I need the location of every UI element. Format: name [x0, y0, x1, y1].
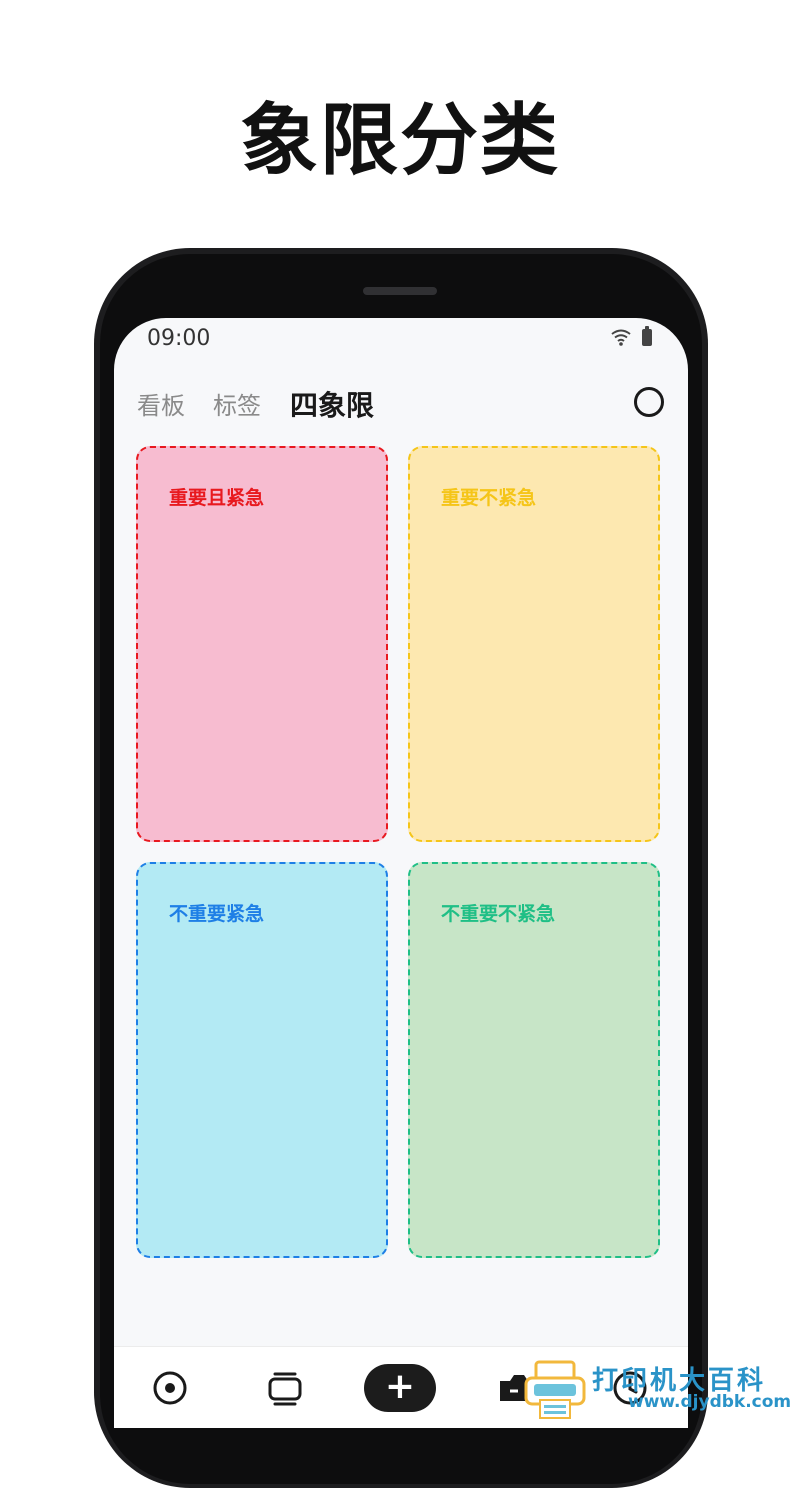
- tab-quadrants[interactable]: 四象限: [290, 384, 374, 424]
- quadrant-not-important-urgent[interactable]: 不重要紧急: [136, 862, 388, 1258]
- battery-icon: [642, 326, 652, 346]
- tab-tags[interactable]: 标签: [213, 386, 261, 421]
- target-icon[interactable]: [152, 1370, 188, 1406]
- quadrant-important-not-urgent[interactable]: 重要不紧急: [408, 446, 660, 842]
- watermark-url: www.djydbk.com: [628, 1392, 792, 1412]
- headline: 象限分类: [239, 96, 560, 186]
- quadrant-label: 重要且紧急: [169, 487, 265, 509]
- watermark: 打印机大百科 www.djydbk.com: [520, 1356, 800, 1422]
- tab-kanban[interactable]: 看板: [137, 386, 185, 421]
- phone-speaker: [363, 287, 437, 295]
- quadrant-label: 不重要紧急: [169, 903, 265, 925]
- printer-logo-icon: [524, 1360, 586, 1419]
- wifi-icon: [611, 329, 631, 346]
- circle-menu-icon[interactable]: [634, 387, 664, 417]
- add-button[interactable]: +: [364, 1364, 436, 1412]
- phone-screen: 09:00 看板 标签 四象限 重要且紧急 重要不紧急 不重要紧急 不重要不紧急…: [114, 318, 688, 1428]
- status-time: 09:00: [147, 326, 211, 351]
- quadrant-label: 重要不紧急: [441, 487, 537, 509]
- quadrant-label: 不重要不紧急: [441, 903, 556, 925]
- quadrant-important-urgent[interactable]: 重要且紧急: [136, 446, 388, 842]
- cards-icon[interactable]: [266, 1370, 304, 1406]
- quadrant-not-important-not-urgent[interactable]: 不重要不紧急: [408, 862, 660, 1258]
